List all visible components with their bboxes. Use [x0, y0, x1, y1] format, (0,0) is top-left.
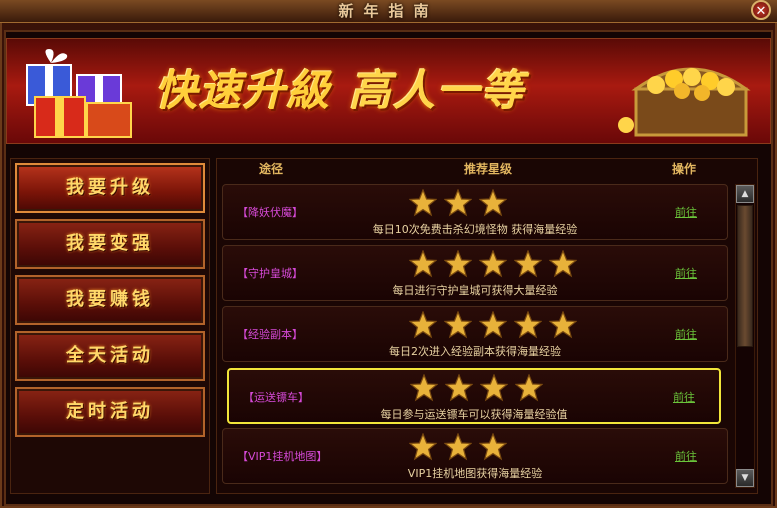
- list-row: 【经验副本】每日2次进入经验副本获得海量经验 前往: [222, 306, 728, 362]
- star-icon: [514, 250, 542, 278]
- star-icon: [410, 374, 438, 402]
- banner-slogan: 快速升級 高人一等: [155, 57, 525, 118]
- scroll-up-button[interactable]: ▲: [736, 185, 754, 203]
- star-icon: [409, 311, 437, 339]
- star-icon: [480, 374, 508, 402]
- banner: 快速升級 高人一等: [6, 38, 771, 144]
- close-button[interactable]: ✕: [751, 0, 771, 20]
- header-route: 途径: [259, 162, 284, 176]
- star-icon: [409, 189, 437, 217]
- star-rating: [409, 433, 514, 461]
- star-icon: [479, 433, 507, 461]
- go-link[interactable]: 前往: [675, 265, 697, 281]
- nav-all-day-events[interactable]: 全天活动: [15, 331, 205, 381]
- list-row: 【运送镖车】每日参与运送镖车可以获得海量经验值 前往: [227, 368, 721, 424]
- star-icon: [409, 250, 437, 278]
- star-rating: [409, 311, 584, 339]
- nav-earn-money[interactable]: 我要赚钱: [15, 275, 205, 325]
- star-icon: [444, 433, 472, 461]
- star-icon: [445, 374, 473, 402]
- star-icon: [444, 250, 472, 278]
- list-row: 【降妖伏魔】每日10次免费击杀幻境怪物 获得海量经验 前往: [222, 184, 728, 240]
- nav-level-up[interactable]: 我要升级: [15, 163, 205, 213]
- list-row: 【守护皇城】每日进行守护皇城可获得大量经验 前往: [222, 245, 728, 301]
- treasure-chest-icon: [618, 67, 751, 137]
- go-link[interactable]: 前往: [675, 204, 697, 220]
- star-icon: [515, 374, 543, 402]
- star-icon: [444, 311, 472, 339]
- go-link[interactable]: 前往: [675, 448, 697, 464]
- route-label: 【经验副本】: [237, 328, 303, 341]
- route-label: 【降妖伏魔】: [237, 206, 303, 219]
- star-icon: [479, 311, 507, 339]
- scroll-down-button[interactable]: ▼: [736, 469, 754, 487]
- banner-text-2: 高人一等: [349, 66, 526, 115]
- scroll-thumb[interactable]: [737, 205, 753, 347]
- list-row: 【VIP1挂机地图】 VIP1挂机地图获得海量经验 前往: [222, 428, 728, 484]
- star-icon: [409, 433, 437, 461]
- gift-boxes-icon: [26, 49, 132, 138]
- sidebar: 我要升级 我要变强 我要赚钱 全天活动 定时活动: [10, 158, 210, 494]
- star-icon: [444, 189, 472, 217]
- route-label: 【运送镖车】: [243, 391, 309, 404]
- header-rating: 推荐星级: [464, 162, 513, 176]
- star-rating: [409, 189, 514, 217]
- star-rating: [410, 374, 550, 402]
- star-rating: [409, 250, 584, 278]
- go-link[interactable]: 前往: [673, 389, 695, 405]
- route-description: 每日10次免费击杀幻境怪物 获得海量经验: [372, 223, 578, 236]
- route-description: 每日参与运送镖车可以获得海量经验值: [380, 408, 568, 421]
- nav-get-stronger[interactable]: 我要变强: [15, 219, 205, 269]
- scrollbar[interactable]: ▲ ▼: [735, 184, 755, 488]
- header-action: 操作: [672, 162, 697, 176]
- star-icon: [514, 311, 542, 339]
- window-title: 新年指南: [338, 2, 439, 20]
- route-description: 每日2次进入经验副本获得海量经验: [389, 345, 561, 358]
- route-label: 【守护皇城】: [237, 267, 303, 280]
- route-label: 【VIP1挂机地图】: [237, 450, 328, 463]
- title-bar: 新年指南 ✕: [0, 0, 777, 23]
- go-link[interactable]: 前往: [675, 326, 697, 342]
- route-description: VIP1挂机地图获得海量经验: [407, 467, 543, 480]
- route-description: 每日进行守护皇城可获得大量经验: [392, 284, 558, 297]
- banner-text-1: 快速升級: [155, 66, 332, 115]
- nav-timed-events[interactable]: 定时活动: [15, 387, 205, 437]
- star-icon: [549, 250, 577, 278]
- star-icon: [549, 311, 577, 339]
- star-icon: [479, 189, 507, 217]
- star-icon: [479, 250, 507, 278]
